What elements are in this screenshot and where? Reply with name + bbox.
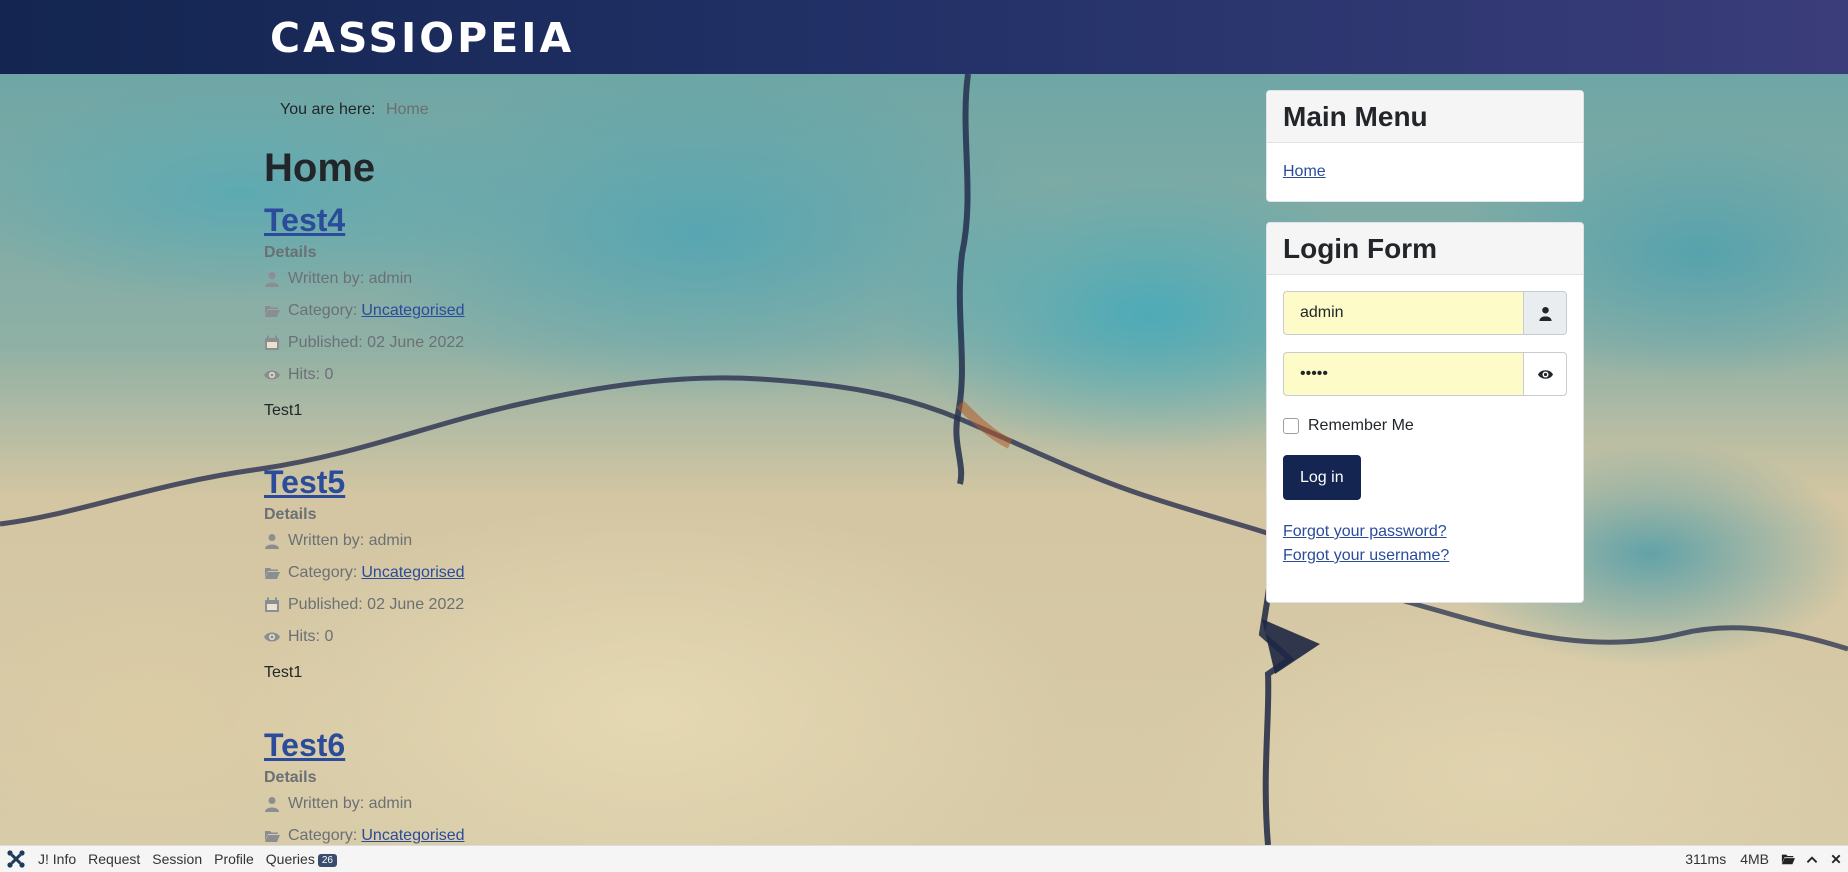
forgot-username-link[interactable]: Forgot your username? — [1283, 544, 1567, 568]
meta-author: Written by: admin — [264, 525, 864, 557]
article-item: Test5 Details Written by: admin Category… — [264, 463, 864, 683]
folder-open-icon — [265, 306, 280, 317]
meta-hits: Hits: 0 — [264, 621, 864, 653]
breadcrumb: You are here: Home — [280, 101, 429, 119]
calendar-icon — [265, 597, 279, 612]
debug-time: 311ms — [1685, 851, 1727, 867]
article-item: Test4 Details Written by: admin Category… — [264, 201, 864, 421]
article-item: Test6 Details Written by: admin Category… — [264, 726, 864, 845]
user-icon — [265, 534, 279, 549]
folder-open-icon — [265, 831, 280, 842]
user-icon — [265, 272, 279, 287]
joomla-icon[interactable] — [6, 849, 26, 869]
debug-memory: 4MB — [1740, 851, 1769, 867]
calendar-icon — [265, 335, 279, 350]
details-label: Details — [264, 506, 317, 523]
close-icon[interactable] — [1829, 852, 1843, 866]
meta-published: Published: 02 June 2022 — [264, 327, 864, 359]
article-title-link[interactable]: Test4 — [264, 201, 864, 239]
meta-hits: Hits: 0 — [264, 359, 864, 391]
article-title-link[interactable]: Test5 — [264, 463, 864, 501]
category-link[interactable]: Uncategorised — [361, 564, 464, 582]
debug-tab-queries[interactable]: Queries 26 — [266, 851, 337, 867]
details-label: Details — [264, 244, 317, 261]
meta-author: Written by: admin — [264, 263, 864, 295]
password-group — [1283, 352, 1567, 396]
password-input[interactable] — [1283, 352, 1523, 396]
site-header: CASSIOPEIA — [0, 0, 1848, 74]
meta-category: Category: Uncategorised — [264, 557, 864, 589]
meta-author: Written by: admin — [264, 788, 864, 820]
queries-count-badge: 26 — [317, 853, 337, 867]
debug-tab-profile[interactable]: Profile — [214, 851, 254, 867]
debug-tab-info[interactable]: J! Info — [38, 851, 76, 867]
remember-me[interactable]: Remember Me — [1283, 413, 1567, 439]
main-content: You are here: Home Home Test4 Details Wr… — [264, 74, 1244, 845]
login-form-module: Login Form Remember Me Log in Forgot you… — [1266, 222, 1584, 603]
eye-icon — [1537, 369, 1553, 379]
main-menu-module: Main Menu Home — [1266, 90, 1584, 202]
meta-category: Category: Uncategorised — [264, 820, 864, 845]
remember-me-label: Remember Me — [1308, 417, 1414, 434]
remember-me-checkbox[interactable] — [1283, 418, 1299, 434]
chevron-up-icon[interactable] — [1805, 852, 1819, 866]
details-label: Details — [264, 769, 317, 786]
article-title-link[interactable]: Test6 — [264, 726, 864, 764]
meta-category: Category: Uncategorised — [264, 295, 864, 327]
menu-item-home[interactable]: Home — [1283, 163, 1326, 180]
site-brand-logo[interactable]: CASSIOPEIA — [270, 14, 574, 62]
login-button[interactable]: Log in — [1283, 455, 1361, 500]
breadcrumb-prefix: You are here: — [280, 101, 376, 118]
debug-tab-request[interactable]: Request — [88, 851, 140, 867]
breadcrumb-current: Home — [385, 101, 429, 118]
show-password-button[interactable] — [1523, 352, 1567, 396]
meta-published: Published: 02 June 2022 — [264, 589, 864, 621]
article-body: Test1 — [264, 664, 303, 681]
category-link[interactable]: Uncategorised — [361, 827, 464, 845]
username-input[interactable] — [1283, 291, 1523, 335]
article-body: Test1 — [264, 402, 303, 419]
eye-icon — [264, 370, 280, 380]
eye-icon — [264, 632, 280, 642]
debug-tab-session[interactable]: Session — [152, 851, 202, 867]
folder-open-icon — [265, 568, 280, 579]
category-link[interactable]: Uncategorised — [361, 302, 464, 320]
login-form-title: Login Form — [1267, 223, 1583, 275]
username-group — [1283, 291, 1567, 335]
user-icon — [265, 797, 279, 812]
user-icon — [1523, 291, 1567, 335]
debug-bar: J! Info Request Session Profile Queries 2… — [0, 845, 1848, 872]
folder-open-icon[interactable] — [1781, 852, 1795, 866]
page-title: Home — [264, 146, 376, 190]
main-menu-title: Main Menu — [1267, 91, 1583, 143]
forgot-password-link[interactable]: Forgot your password? — [1283, 520, 1567, 544]
